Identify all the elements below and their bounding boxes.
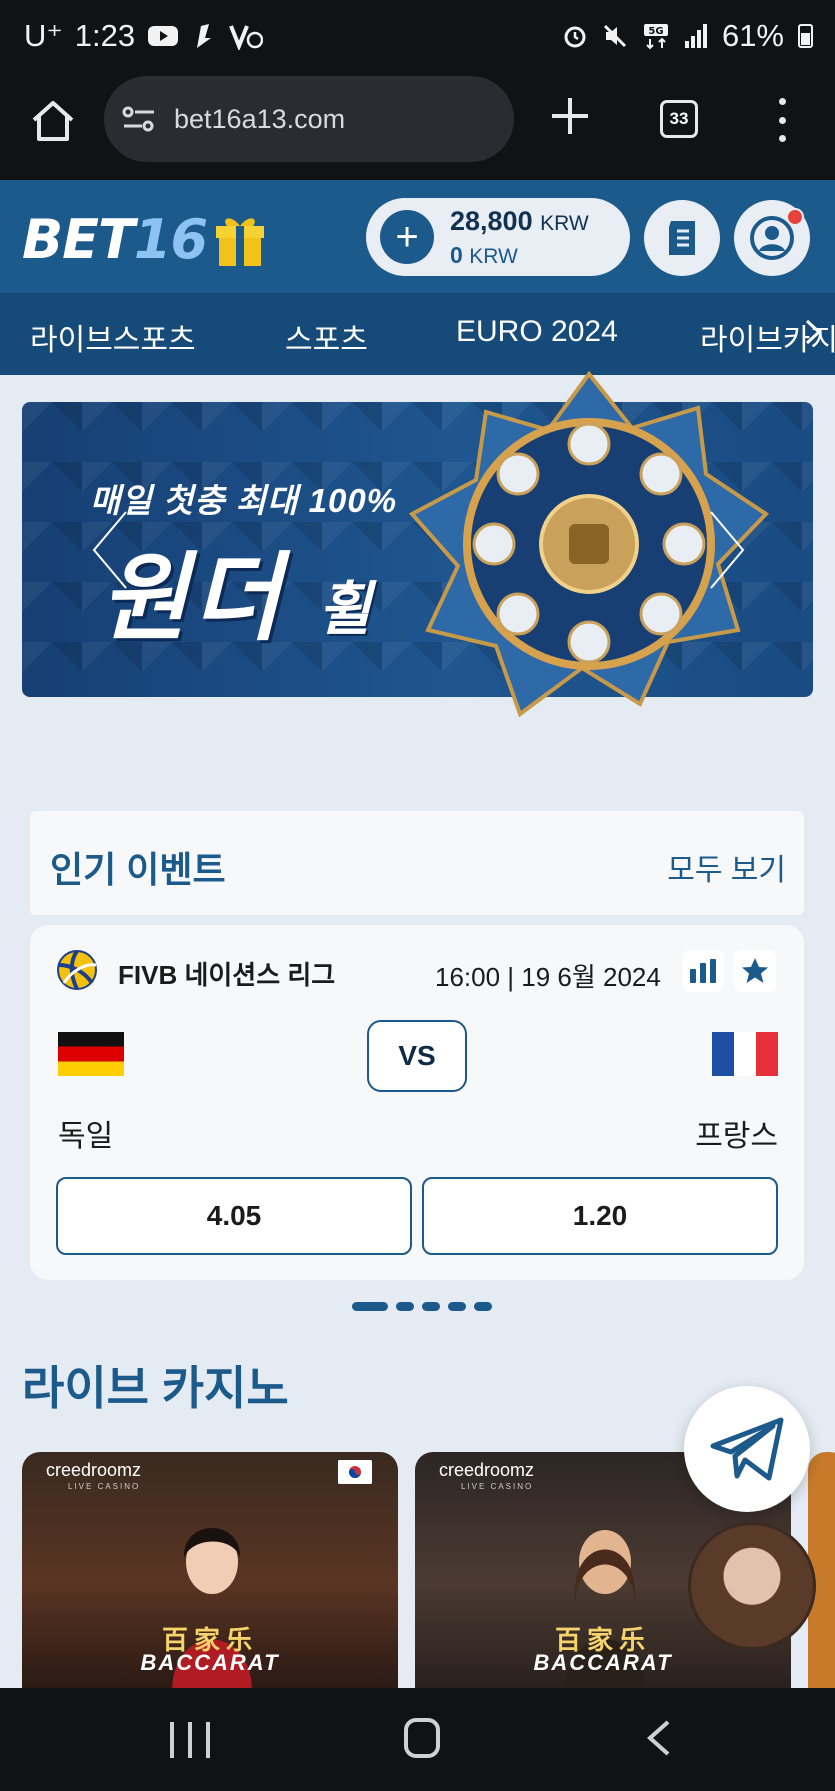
battery-percent: 61% bbox=[721, 18, 784, 53]
app-notification-icon bbox=[197, 24, 212, 48]
browser-toolbar: bet16a13.com 33 bbox=[0, 76, 835, 180]
popular-events-header: 인기 이벤트 모두 보기 bbox=[30, 811, 804, 915]
france-flag-icon bbox=[712, 1032, 778, 1076]
network-5g-icon: 5G bbox=[643, 24, 668, 50]
back-icon[interactable] bbox=[644, 1718, 674, 1758]
notification-dot bbox=[786, 208, 804, 226]
status-left: U⁺ 1:23 bbox=[24, 18, 264, 54]
away-odds-button[interactable]: 1.20 bbox=[422, 1177, 778, 1255]
popular-events-title: 인기 이벤트 bbox=[50, 849, 226, 890]
alarm-icon bbox=[564, 26, 586, 48]
game-name-english: BACCARAT bbox=[533, 1650, 673, 1675]
bonus-balance: 0 KRW bbox=[450, 242, 518, 269]
logo-text-16: 16 bbox=[133, 208, 208, 271]
battery-icon bbox=[798, 24, 813, 48]
view-all-link[interactable]: 모두 보기 bbox=[667, 845, 786, 889]
away-team-name: 프랑스 bbox=[695, 1120, 778, 1153]
event-card[interactable]: FIVB 네이션스 리그 16:00 | 19 6월 2024 VS 독일 프랑… bbox=[30, 925, 804, 1280]
bonus-balance-unit: KRW bbox=[469, 245, 518, 268]
pagination-dot[interactable] bbox=[474, 1302, 492, 1311]
germany-flag-icon bbox=[58, 1032, 124, 1076]
betslip-button[interactable] bbox=[644, 200, 720, 276]
nav-item-live-sports[interactable]: 라이브스포츠 bbox=[30, 315, 196, 359]
telegram-button[interactable] bbox=[684, 1386, 810, 1512]
pagination-dot[interactable] bbox=[396, 1302, 414, 1311]
stats-bar-chart-icon[interactable] bbox=[682, 950, 724, 992]
clock: 1:23 bbox=[74, 18, 136, 53]
telegram-icon bbox=[710, 1417, 784, 1481]
main-balance-unit: KRW bbox=[540, 212, 589, 235]
svg-text:5G: 5G bbox=[648, 26, 663, 37]
nav-item-sports[interactable]: 스포츠 bbox=[285, 315, 368, 359]
logo-text-bet: BET bbox=[22, 208, 135, 271]
pagination-dot[interactable] bbox=[352, 1302, 388, 1311]
favorite-star-icon[interactable] bbox=[734, 950, 776, 992]
balance-widget[interactable]: + 28,800 KRW 0 KRW bbox=[366, 198, 630, 276]
provider-subtitle: LIVE CASINO bbox=[68, 1482, 141, 1491]
banner-next-icon[interactable] bbox=[707, 508, 747, 592]
banner-title-suffix: 휠 bbox=[318, 577, 372, 642]
pagination-dot[interactable] bbox=[422, 1302, 440, 1311]
home-odds-button[interactable]: 4.05 bbox=[56, 1177, 412, 1255]
game-name-english: BACCARAT bbox=[140, 1650, 280, 1675]
volleyball-icon bbox=[57, 949, 97, 990]
promo-banner[interactable]: 매일 첫충 최대 100% 원더 휠 bbox=[22, 370, 813, 718]
status-right: 5G 61% bbox=[562, 18, 813, 54]
provider-logo: creedroomz bbox=[46, 1460, 142, 1480]
banner-prev-icon[interactable] bbox=[90, 508, 130, 592]
site-logo[interactable]: BET 16 bbox=[22, 208, 265, 271]
bonus-balance-value: 0 bbox=[450, 242, 463, 268]
system-home-icon[interactable] bbox=[404, 1718, 440, 1758]
events-pagination bbox=[352, 1302, 492, 1311]
youtube-icon bbox=[148, 26, 179, 46]
nav-scroll-right-icon[interactable] bbox=[803, 317, 825, 347]
provider-subtitle: LIVE CASINO bbox=[461, 1482, 534, 1491]
home-team-name: 독일 bbox=[58, 1120, 114, 1153]
live-casino-title: 라이브 카지노 bbox=[22, 1362, 289, 1414]
banner-subtitle: 매일 첫충 최대 100% bbox=[90, 482, 398, 519]
signal-icon bbox=[684, 24, 707, 48]
gift-icon[interactable] bbox=[215, 212, 265, 268]
event-datetime: 16:00 | 19 6월 2024 bbox=[435, 962, 661, 992]
korea-flag-icon bbox=[338, 1460, 372, 1484]
site-settings-icon[interactable] bbox=[122, 104, 156, 134]
status-bar: U⁺ 1:23 5G 61% bbox=[0, 0, 835, 76]
system-navigation-bar bbox=[0, 1688, 835, 1791]
address-bar[interactable]: bet16a13.com bbox=[104, 76, 514, 162]
provider-logo: creedroomz bbox=[439, 1460, 535, 1480]
deposit-button[interactable]: + bbox=[380, 210, 434, 264]
mute-icon bbox=[603, 24, 627, 48]
profile-button[interactable] bbox=[734, 200, 810, 276]
site-header: BET 16 + 28,800 KRW 0 KRW bbox=[0, 180, 835, 293]
document-icon bbox=[669, 221, 695, 255]
casino-game-card[interactable]: creedroomz LIVE CASINO 百家乐 BACCARAT bbox=[22, 1452, 398, 1688]
carrier-label: U⁺ bbox=[24, 18, 63, 53]
pagination-dot[interactable] bbox=[448, 1302, 466, 1311]
vpn-notification-icon bbox=[229, 25, 264, 50]
main-balance: 28,800 KRW bbox=[450, 206, 589, 237]
new-tab-icon[interactable] bbox=[548, 94, 592, 138]
nav-item-euro-2024[interactable]: EURO 2024 bbox=[456, 315, 618, 349]
url-text: bet16a13.com bbox=[174, 103, 346, 134]
home-icon[interactable] bbox=[28, 96, 78, 146]
recent-apps-icon[interactable] bbox=[170, 1722, 210, 1758]
league-name: FIVB 네이션스 리그 bbox=[118, 960, 336, 990]
browser-menu-icon[interactable] bbox=[772, 98, 792, 142]
main-balance-value: 28,800 bbox=[450, 206, 533, 236]
tab-switcher-button[interactable]: 33 bbox=[660, 100, 698, 138]
category-nav: 라이브스포츠 스포츠 EURO 2024 라이브카지 bbox=[0, 293, 835, 375]
vs-badge: VS bbox=[367, 1020, 467, 1092]
support-chat-avatar[interactable] bbox=[688, 1522, 816, 1650]
